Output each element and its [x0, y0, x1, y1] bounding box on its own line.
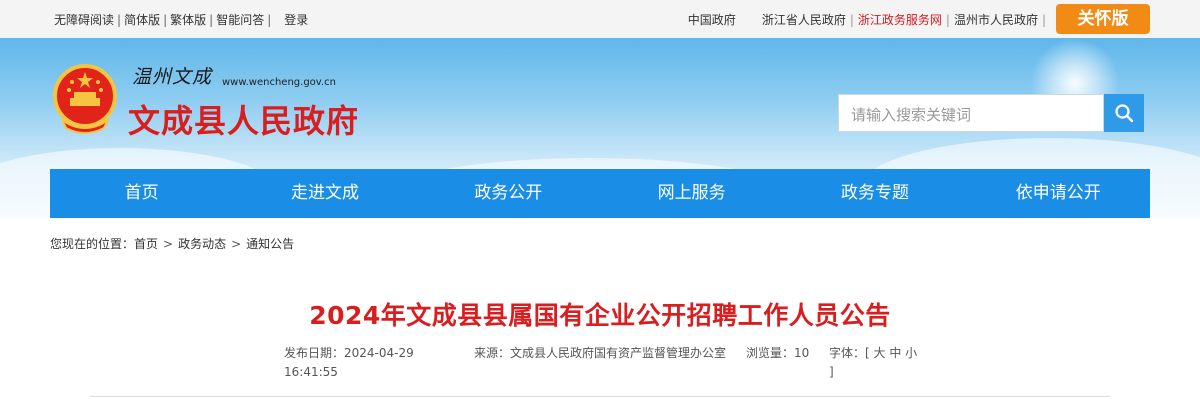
source-label: 来源：: [474, 346, 511, 360]
site-script-logo: 温州文成: [132, 66, 213, 88]
views-value: 10: [794, 346, 810, 360]
font-size-control[interactable]: 字体：[ 大 中 小 ]: [829, 344, 919, 382]
search-input[interactable]: 请输入搜索关键词: [838, 94, 1104, 132]
related-sites-links: 中国政府 浙江省人民政府 | 浙江政务服务网 | 温州市人民政府 |: [687, 13, 1046, 27]
breadcrumb-notices[interactable]: 通知公告: [246, 237, 294, 251]
view-count: 浏览量：10: [746, 344, 809, 363]
breadcrumb: 您现在的位置：首页 > 政务动态 > 通知公告: [50, 237, 295, 251]
views-label: 浏览量：: [746, 346, 795, 360]
zhejiang-gov-link[interactable]: 浙江省人民政府: [762, 13, 846, 27]
nav-item-topics[interactable]: 政务专题: [783, 169, 966, 218]
article-source: 来源：文成县人民政府国有资产监督管理办公室: [474, 344, 726, 363]
publish-date: 发布日期：2024-04-29 16:41:55: [284, 344, 419, 382]
source-value: 文成县人民政府国有资产监督管理办公室: [510, 346, 727, 360]
simplified-link[interactable]: 简体版: [124, 13, 160, 27]
breadcrumb-prefix: 您现在的位置：: [50, 237, 135, 251]
divider: [90, 396, 1110, 397]
zhejiang-service-link[interactable]: 浙江政务服务网: [858, 13, 942, 27]
login-link[interactable]: 登录: [284, 13, 308, 27]
nav-item-home[interactable]: 首页: [50, 169, 233, 218]
smart-qa-link[interactable]: 智能问答: [216, 13, 264, 27]
main-nav: 首页 走进文成 政务公开 网上服务 政务专题 依申请公开: [50, 169, 1150, 218]
site-name[interactable]: 文成县人民政府: [128, 96, 359, 142]
national-emblem-icon: [53, 64, 117, 134]
nav-item-online-services[interactable]: 网上服务: [600, 169, 783, 218]
top-utility-bar: 无障碍阅读 | 简体版 | 繁体版 | 智能问答 | 登录 中国政府 浙江省人民政府 | 浙江政务服务…: [0, 0, 1200, 38]
nav-item-request-disclosure[interactable]: 依申请公开: [967, 169, 1150, 218]
care-mode-button[interactable]: 关怀版: [1056, 4, 1150, 34]
article-title: 2024年文成县县属国有企业公开招聘工作人员公告: [309, 301, 891, 330]
traditional-link[interactable]: 繁体版: [170, 13, 206, 27]
publish-date-label: 发布日期：: [284, 346, 345, 360]
wenzhou-gov-link[interactable]: 温州市人民政府: [954, 13, 1038, 27]
barrier-free-link[interactable]: 无障碍阅读: [54, 13, 114, 27]
nav-item-gov-affairs[interactable]: 政务公开: [417, 169, 600, 218]
accessibility-links: 无障碍阅读 | 简体版 | 繁体版 | 智能问答 | 登录: [54, 13, 309, 27]
nav-item-about[interactable]: 走进文成: [233, 169, 416, 218]
china-gov-link[interactable]: 中国政府: [688, 13, 736, 27]
font-size-label: 字体：: [829, 346, 866, 360]
breadcrumb-news[interactable]: 政务动态: [178, 237, 226, 251]
site-url: www.wencheng.gov.cn: [222, 77, 336, 88]
search-icon: [1115, 104, 1134, 123]
breadcrumb-home[interactable]: 首页: [134, 237, 158, 251]
search-button[interactable]: [1104, 94, 1144, 132]
